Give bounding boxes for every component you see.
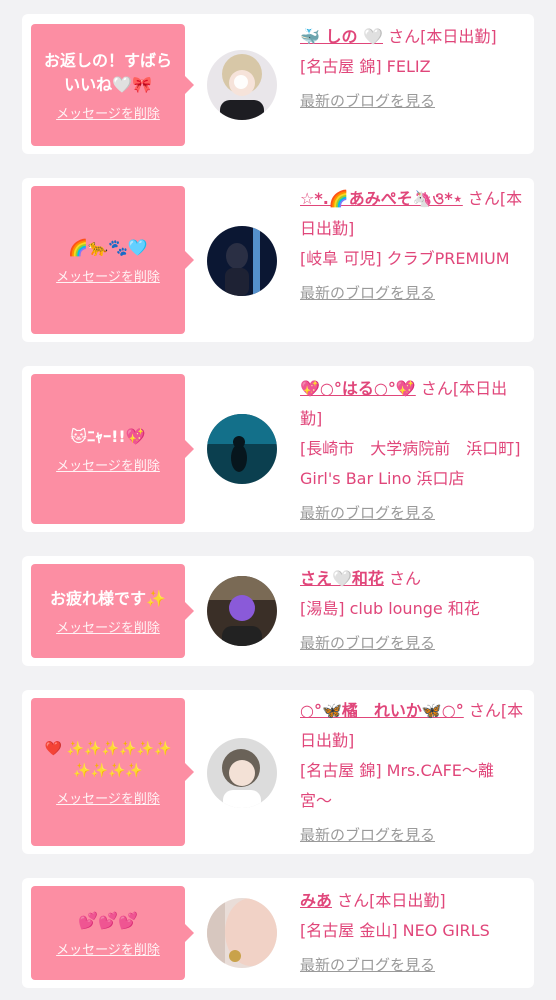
sender-name[interactable]: みあ <box>300 891 332 910</box>
san-label: さん <box>337 891 370 910</box>
message-bubble: 🐱ﾆｬｰ!!💖 メッセージを削除 <box>31 374 194 524</box>
message-card: 🌈🐆🐾🩵 メッセージを削除 ☆*.🌈あみぺそ🦄ও*⋆ さん[本日出勤] [岐阜 … <box>22 178 534 342</box>
store-label: [長崎市 大学病院前 浜口町] Girl's Bar Lino 浜口店 <box>300 439 521 488</box>
message-bubble: 💕💕💕 メッセージを削除 <box>31 886 194 980</box>
sender-info: ○°🦋橘 れいか🦋○° さん[本日出勤] [名古屋 錦] Mrs.CAFE〜離宮… <box>300 696 524 850</box>
store-label: [岐阜 可児] クラブPREMIUM <box>300 249 510 268</box>
latest-blog-link[interactable]: 最新のブログを見る <box>300 820 435 850</box>
sender-info: 💖○°はる○°💖 さん[本日出勤] [長崎市 大学病院前 浜口町] Girl's… <box>300 374 524 528</box>
sender-name[interactable]: さえ🤍和花 <box>300 569 384 588</box>
avatar[interactable] <box>207 898 277 968</box>
latest-blog-link[interactable]: 最新のブログを見る <box>300 498 435 528</box>
delete-message-link[interactable]: メッセージを削除 <box>56 103 160 122</box>
message-card: 💕💕💕 メッセージを削除 みあ さん[本日出勤] [名古屋 金山] NEO GI… <box>22 878 534 988</box>
message-bubble: ❤️ ✨✨✨✨✨✨ ✨✨✨✨ メッセージを削除 <box>31 698 194 846</box>
sender-info: 🐳 しの 🤍 さん[本日出勤] [名古屋 錦] FELIZ 最新のブログを見る <box>300 22 524 116</box>
sender-name[interactable]: ○°🦋橘 れいか🦋○° <box>300 701 464 720</box>
message-text: 💕💕💕 <box>78 910 138 930</box>
store-label: [湯島] club lounge 和花 <box>300 599 480 618</box>
latest-blog-link[interactable]: 最新のブログを見る <box>300 278 435 308</box>
store-label: [名古屋 錦] Mrs.CAFE〜離宮〜 <box>300 761 494 810</box>
latest-blog-link[interactable]: 最新のブログを見る <box>300 86 435 116</box>
message-text: お疲れ様です✨ <box>50 588 166 608</box>
status-label: [本日出勤] <box>369 891 446 910</box>
sender-name[interactable]: 🐳 しの 🤍 <box>300 27 383 46</box>
message-text: ❤️ ✨✨✨✨✨✨ ✨✨✨✨ <box>44 740 172 779</box>
delete-message-link[interactable]: メッセージを削除 <box>56 617 160 636</box>
avatar[interactable] <box>207 738 277 808</box>
store-label: [名古屋 金山] NEO GIRLS <box>300 921 490 940</box>
message-text: お返しの！すばらいいね🤍🎀 <box>43 50 172 94</box>
sender-name[interactable]: ☆*.🌈あみぺそ🦄ও*⋆ <box>300 189 463 208</box>
status-label: [本日出勤] <box>420 27 497 46</box>
avatar[interactable] <box>207 414 277 484</box>
message-bubble: 🌈🐆🐾🩵 メッセージを削除 <box>31 186 194 334</box>
sender-info: みあ さん[本日出勤] [名古屋 金山] NEO GIRLS 最新のブログを見る <box>300 886 524 980</box>
latest-blog-link[interactable]: 最新のブログを見る <box>300 628 435 658</box>
message-bubble: お疲れ様です✨ メッセージを削除 <box>31 564 194 658</box>
san-label: さん <box>468 701 501 720</box>
sender-info: ☆*.🌈あみぺそ🦄ও*⋆ さん[本日出勤] [岐阜 可児] クラブPREMIUM… <box>300 184 524 308</box>
sender-info: さえ🤍和花 さん [湯島] club lounge 和花 最新のブログを見る <box>300 564 524 658</box>
message-bubble: お返しの！すばらいいね🤍🎀 メッセージを削除 <box>31 24 194 146</box>
delete-message-link[interactable]: メッセージを削除 <box>56 939 160 958</box>
message-text: 🌈🐆🐾🩵 <box>68 237 148 257</box>
delete-message-link[interactable]: メッセージを削除 <box>56 788 160 807</box>
message-card: 🐱ﾆｬｰ!!💖 メッセージを削除 💖○°はる○°💖 さん[本日出勤] [長崎市 … <box>22 366 534 532</box>
message-card: ❤️ ✨✨✨✨✨✨ ✨✨✨✨ メッセージを削除 ○°🦋橘 れいか🦋○° さん[本… <box>22 690 534 854</box>
message-text: 🐱ﾆｬｰ!!💖 <box>70 426 146 446</box>
san-label: さん <box>467 189 500 208</box>
avatar[interactable] <box>207 50 277 120</box>
store-label: [名古屋 錦] FELIZ <box>300 57 431 76</box>
san-label: さん <box>420 379 453 398</box>
san-label: さん <box>388 27 421 46</box>
san-label: さん <box>389 569 422 588</box>
message-card: お疲れ様です✨ メッセージを削除 さえ🤍和花 さん [湯島] club loun… <box>22 556 534 666</box>
sender-name[interactable]: 💖○°はる○°💖 <box>300 379 416 398</box>
delete-message-link[interactable]: メッセージを削除 <box>56 266 160 285</box>
delete-message-link[interactable]: メッセージを削除 <box>56 455 160 474</box>
latest-blog-link[interactable]: 最新のブログを見る <box>300 950 435 980</box>
avatar[interactable] <box>207 576 277 646</box>
message-card: お返しの！すばらいいね🤍🎀 メッセージを削除 🐳 しの 🤍 さん[本日出勤] [… <box>22 14 534 154</box>
avatar[interactable] <box>207 226 277 296</box>
